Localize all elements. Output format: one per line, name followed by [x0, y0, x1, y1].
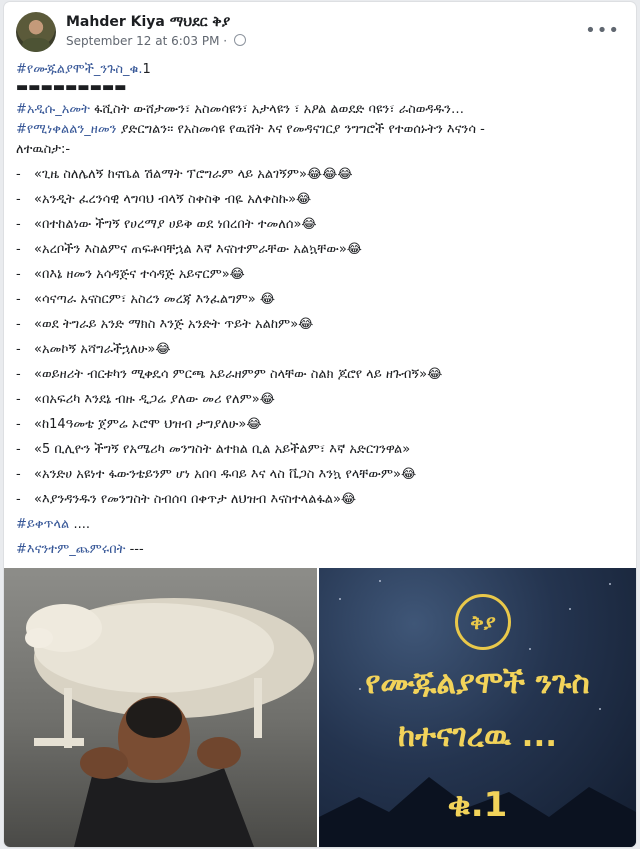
quote-text: «ወደ ትግራይ አንድ ማክስ እንጅ አንድት ጥይት አልከም»😂	[34, 317, 314, 332]
title-line: #የሙጁልያሞች_ንጉስ_ቁ.1	[16, 60, 628, 80]
hashtag-title[interactable]: #የሙጁልያሞች_ንጉስ_ቁ.	[16, 62, 142, 77]
quote-dash: -	[16, 267, 21, 282]
post-card: Mahder Kiya ማህደር ቅያ September 12 at 6:03…	[4, 2, 636, 847]
final-dashes: ---	[125, 542, 144, 557]
intro-line-3: ለተዉስታ:-	[16, 142, 71, 157]
quote-text: «ሳናጣራ አናስርም፣ አስረን መረጃ እንፈልግም» 😂	[34, 292, 276, 307]
quote-text: «አንድሀ አዩነተ ፋውንቴይንም ሆነ አበባ ዱባይ እና ላስ ቬጋስ …	[34, 467, 417, 482]
post-header: Mahder Kiya ማህደር ቅያ September 12 at 6:03…	[16, 12, 624, 52]
quote-dash: -	[16, 492, 21, 507]
quote-dash: -	[16, 317, 21, 332]
hashtag-new-year[interactable]: #አዲሱ_አመት	[16, 102, 90, 117]
quote-dash: -	[16, 367, 21, 382]
quote-item: - «በተከልነው ችግኝ የሀረማያ ሀይቅ ወደ ነበረበት ተመለሰ»😂	[16, 215, 628, 235]
graphic-number: ቁ.1	[447, 785, 508, 825]
post-images: ቅያ የሙጁልያሞች ንጉስ ከተናገረዉ ... ቁ.1	[4, 568, 636, 847]
quote-item: - «ከ14ዓመቴ ጀምሬ ኦሮሞ ህዝብ ታግያለሁ»😂	[16, 415, 628, 435]
quote-text: «በእኔ ዘመን አሳዳጅና ተሳዳጅ አይኖርም»😂	[34, 267, 245, 282]
quote-item: - «5 ቢሊዮን ችግኝ የአሜሪካ መንግስት ልተክል ቢል አይችልም፣ …	[16, 440, 628, 460]
hashtag-add-more[interactable]: #እናንተም_ጨምሩበት	[16, 542, 125, 557]
photo-illustration	[25, 598, 314, 847]
intro-line-1: #አዲሱ_አመት ፋሺስት ውሸታሙን፣ አስመሳዩን፣ አታላዩን ፣ አዖል…	[16, 100, 628, 120]
quote-list: - «ጊዜ ስለሌለኝ ከኖቤል ሽልማት ፕሮግራም ላይ አልገኝም»😂😂😂 -…	[16, 165, 628, 510]
final-line: #እናንተም_ጨምሩበት ---	[16, 540, 628, 560]
post-text: #የሙጁልያሞች_ንጉስ_ቁ.1 ▬▬▬▬▬▬▬▬▬ #አዲሱ_አመት ፋሺስት…	[16, 60, 628, 560]
quote-text: «በአፍሪካ እንደኔ ብዙ ዲጋሬ ያለው መሪ የለም»😂	[34, 392, 275, 407]
quote-text: «5 ቢሊዮን ችግኝ የአሜሪካ መንግስት ልተክል ቢል አይችልም፣ እ…	[34, 442, 411, 457]
intro-text-1: ፋሺስት ውሸታሙን፣ አስመሳዩን፣ አታላዩን ፣ አዖል ልወደድ ባዩን…	[89, 102, 464, 117]
quote-item: - «አመኮኝ አሻግራችኋለሁ»😂	[16, 340, 628, 360]
quote-item: - «በእኔ ዘመን አሳዳጅና ተሳዳጅ አይኖርም»😂	[16, 265, 628, 285]
quote-item: - «ወይዘሪት ብርቱካን ሚቀዴሳ ምርጫ አይራዘምም ስላቸው ስልክ ጆ…	[16, 365, 628, 385]
intro-text-2: ያድርግልን፡፡ የአስመሳዩ የዉሸት እና የመዳናገርያ ንግግሮች የተ…	[116, 122, 485, 137]
quote-text: «ከ14ዓመቴ ጀምሬ ኦሮሞ ህዝብ ታግያለሁ»😂	[34, 417, 262, 432]
graphic-title-card[interactable]: ቅያ የሙጁልያሞች ንጉስ ከተናገረዉ ... ቁ.1	[319, 568, 636, 847]
separator: ▬▬▬▬▬▬▬▬▬	[16, 80, 127, 95]
post-meta: September 12 at 6:03 PM ·	[66, 34, 246, 48]
quote-dash: -	[16, 392, 21, 407]
quote-item: - «አንዲት ፈረንሳዊ ላግባህ ብላኝ ስቀስቅ ብዬ አለቀስኩ»😂	[16, 190, 628, 210]
quote-text: «ወይዘሪት ብርቱካን ሚቀዴሳ ምርጫ አይራዘምም ስላቸው ስልክ ጆሮ…	[34, 367, 443, 382]
hashtag-uprooted-era[interactable]: #የሚነቀልልን_ዘመን	[16, 122, 116, 137]
logo-badge: ቅያ	[455, 594, 511, 650]
meta-dot: ·	[223, 34, 228, 48]
quote-text: «በተከልነው ችግኝ የሀረማያ ሀይቅ ወደ ነበረበት ተመለሰ»😂	[34, 217, 317, 232]
globe-icon	[233, 34, 246, 46]
avatar[interactable]	[16, 12, 56, 52]
author-name[interactable]: Mahder Kiya ማህደር ቅያ	[66, 14, 230, 30]
quote-text: «ጊዜ ስለሌለኝ ከኖቤል ሽልማት ፕሮግራም ላይ አልገኝም»😂😂😂	[34, 167, 353, 182]
quote-text: «አመኮኝ አሻግራችኋለሁ»😂	[34, 342, 171, 357]
continues-dots: ....	[69, 517, 90, 532]
quote-dash: -	[16, 217, 21, 232]
quote-item: - «አረቦችን እስልምና ጠፍቶባቸኋል እኛ እናስተምራቸው አልኳቸው»…	[16, 240, 628, 260]
quote-item: - «ወደ ትግራይ አንድ ማክስ እንጅ አንድት ጥይት አልከም»😂	[16, 315, 628, 335]
quote-dash: -	[16, 242, 21, 257]
intro-line-2: #የሚነቀልልን_ዘመን ያድርግልን፡፡ የአስመሳዩ የዉሸት እና የመዳ…	[16, 120, 628, 140]
quote-text: «እያንዳንዱን የመንግስት ስብሰባ በቀጥታ ለህዝብ እናስተላልፋል»…	[34, 492, 357, 507]
quote-text: «አንዲት ፈረንሳዊ ላግባህ ብላኝ ስቀስቅ ብዬ አለቀስኩ»😂	[34, 192, 312, 207]
quote-item: - «እያንዳንዱን የመንግስት ስብሰባ በቀጥታ ለህዝብ እናስተላልፋል…	[16, 490, 628, 510]
quote-dash: -	[16, 342, 21, 357]
quote-dash: -	[16, 192, 21, 207]
more-options-icon[interactable]: •••	[585, 20, 620, 41]
title-number: 1	[142, 62, 151, 77]
graphic-title-line-1: የሙጁልያሞች ንጉስ	[365, 665, 590, 701]
photo-man-carrying-sheep[interactable]	[4, 568, 317, 847]
quote-item: - «በአፍሪካ እንደኔ ብዙ ዲጋሬ ያለው መሪ የለም»😂	[16, 390, 628, 410]
quote-item: - «አንድሀ አዩነተ ፋውንቴይንም ሆነ አበባ ዱባይ እና ላስ ቬጋስ…	[16, 465, 628, 485]
graphic-title-line-2: ከተናገረዉ ...	[398, 718, 557, 754]
quote-text: «አረቦችን እስልምና ጠፍቶባቸኋል እኛ እናስተምራቸው አልኳቸው»😂	[34, 242, 362, 257]
quote-dash: -	[16, 417, 21, 432]
quote-item: - «ሳናጣራ አናስርም፣ አስረን መረጃ እንፈልግም» 😂	[16, 290, 628, 310]
quote-dash: -	[16, 167, 21, 182]
timestamp[interactable]: September 12 at 6:03 PM	[66, 34, 219, 48]
quote-dash: -	[16, 292, 21, 307]
quote-dash: -	[16, 467, 21, 482]
quote-dash: -	[16, 442, 21, 457]
hashtag-continues[interactable]: #ይቀጥላል	[16, 517, 69, 532]
continues-line: #ይቀጥላል ....	[16, 515, 628, 535]
quote-item: - «ጊዜ ስለሌለኝ ከኖቤል ሽልማት ፕሮግራም ላይ አልገኝም»😂😂😂	[16, 165, 628, 185]
